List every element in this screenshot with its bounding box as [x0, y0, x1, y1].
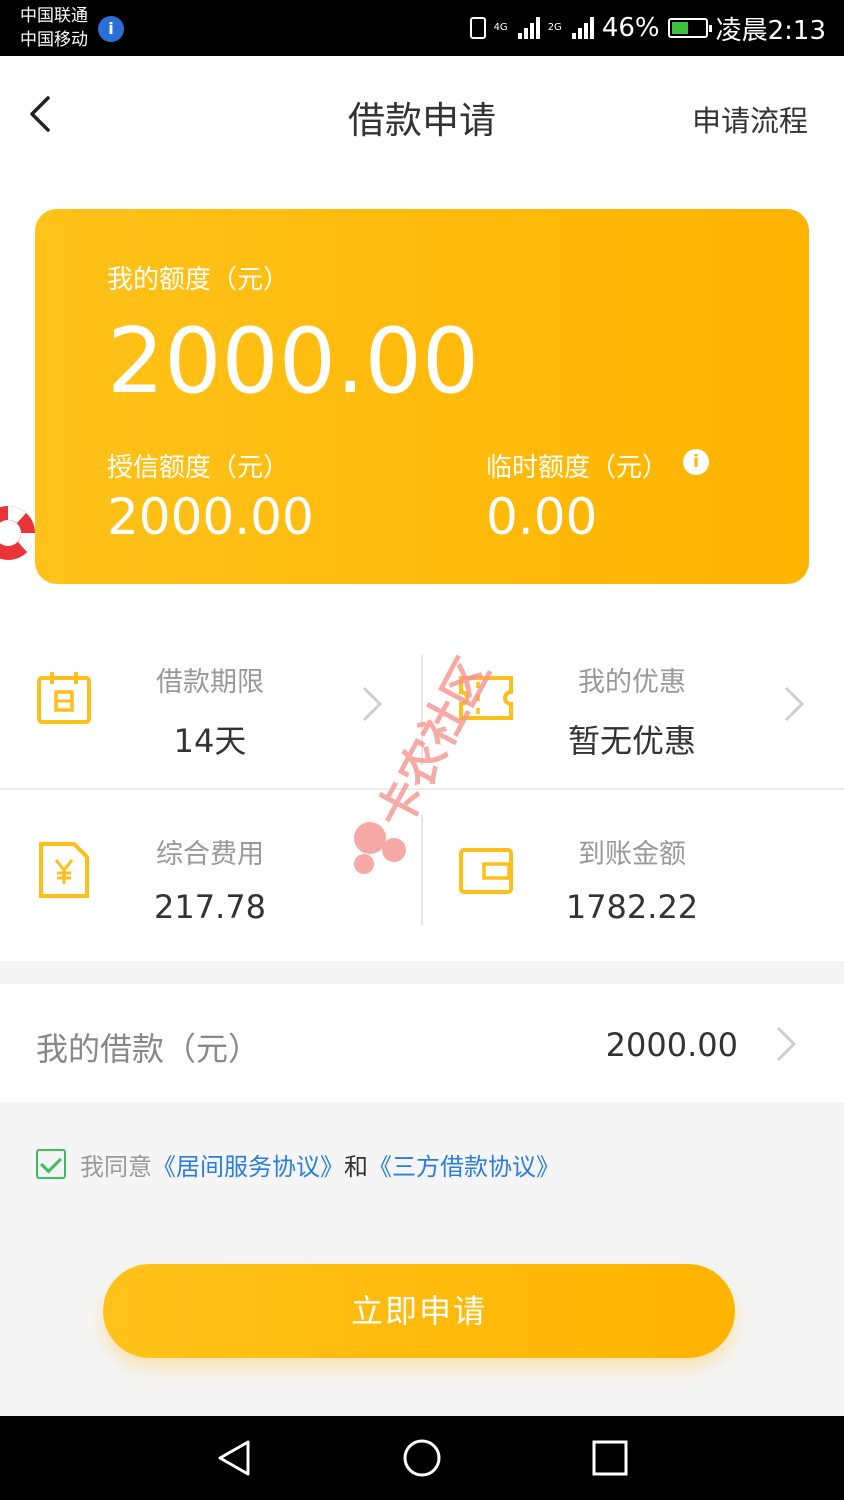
watermark-logo: 卡农社区 [354, 649, 500, 874]
nav-back-icon[interactable] [212, 1436, 256, 1480]
screen: 中国联通 中国移动 i 4G 2G 46% 凌晨2:13 借款申请 申请流程 我… [0, 0, 844, 1500]
process-link[interactable]: 申请流程 [692, 98, 808, 140]
granted-limit-label: 授信额度（元） [107, 453, 290, 483]
arrival-value: 1782.22 [565, 888, 699, 926]
arrival-label: 到账金额 [578, 839, 686, 870]
chevron-right-icon [784, 686, 805, 722]
granted-limit-value: 2000.00 [107, 488, 314, 546]
agreement-row: 我同意 《居间服务协议》 和 《三方借款协议》 [36, 1146, 560, 1182]
network-type-2: 2G [547, 22, 562, 33]
coupon-value: 暂无优惠 [567, 722, 696, 760]
system-nav-bar [0, 1416, 844, 1500]
clock: 凌晨2:13 [715, 15, 826, 46]
agree-checkbox[interactable] [36, 1149, 66, 1179]
calendar-icon [37, 672, 91, 724]
temp-limit-value: 0.00 [486, 488, 598, 546]
carrier-1: 中国联通 [20, 6, 88, 26]
my-loan-row[interactable]: 我的借款（元） 2000.00 [0, 984, 844, 1102]
info-icon[interactable]: i [683, 449, 709, 475]
coupon-label: 我的优惠 [578, 667, 686, 698]
notification-info-icon: i [98, 16, 124, 42]
battery-icon [667, 18, 712, 38]
status-icons: 4G 2G 46% 凌晨2:13 [469, 10, 826, 46]
agree-and: 和 [344, 1152, 368, 1181]
temp-limit-label: 临时额度（元） [486, 453, 669, 483]
fee-label: 综合费用 [156, 839, 264, 870]
nav-recents-icon[interactable] [588, 1436, 632, 1480]
my-loan-value: 2000.00 [605, 1026, 738, 1064]
nav-home-icon[interactable] [400, 1436, 444, 1480]
signal-icon [517, 17, 540, 39]
my-loan-label: 我的借款（元） [36, 1030, 261, 1068]
agree-prefix: 我同意 [80, 1152, 152, 1181]
chevron-right-icon [776, 1026, 797, 1062]
fee-value: 217.78 [154, 888, 266, 926]
yuan-document-icon [39, 842, 89, 898]
loan-term-label: 借款期限 [156, 667, 264, 698]
app-header: 借款申请 申请流程 [0, 56, 844, 176]
network-type-1: 4G [493, 22, 508, 33]
loan-term-value: 14天 [173, 722, 247, 760]
loan-agreement-link[interactable]: 《三方借款协议》 [368, 1147, 560, 1182]
my-limit-value: 2000.00 [107, 309, 480, 414]
my-limit-label: 我的额度（元） [107, 265, 290, 295]
carrier-2: 中国移动 [20, 30, 88, 50]
apply-now-button[interactable]: 立即申请 [103, 1264, 735, 1358]
service-agreement-link[interactable]: 《居间服务协议》 [152, 1147, 344, 1182]
vibrate-icon [469, 17, 486, 39]
lifebuoy-icon[interactable] [0, 494, 46, 572]
credit-card: 我的额度（元） 2000.00 授信额度（元） 2000.00 临时额度（元） … [35, 209, 809, 584]
watermark-text: 卡农社区 [366, 649, 500, 837]
signal-icon-2 [571, 17, 594, 39]
status-bar: 中国联通 中国移动 i 4G 2G 46% 凌晨2:13 [0, 0, 844, 56]
battery-percent: 46% [601, 13, 660, 43]
